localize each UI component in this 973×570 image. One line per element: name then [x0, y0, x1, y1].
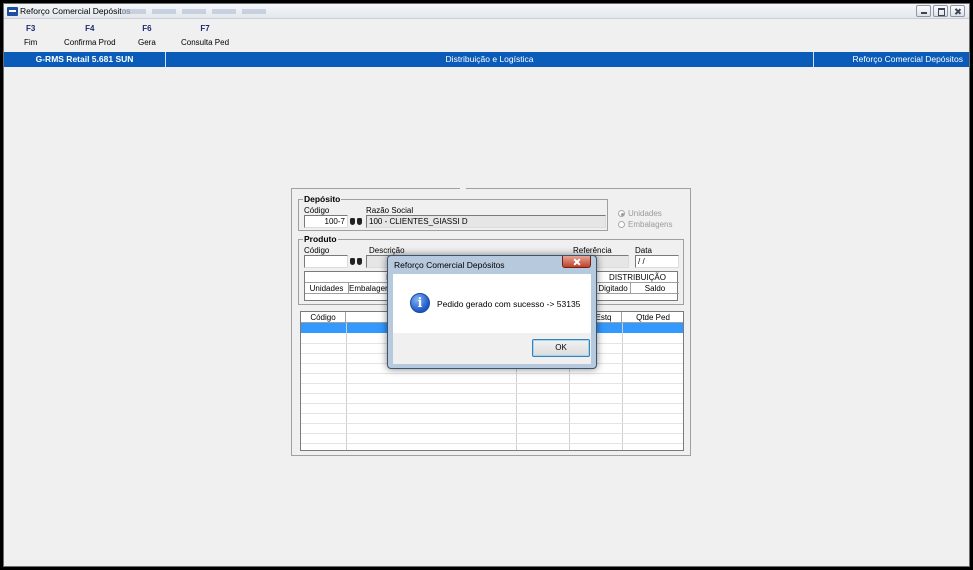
toolbar-fim[interactable]: F3 Fim — [24, 24, 37, 47]
title-bar: Reforço Comercial Depósitos — [4, 4, 969, 19]
status-bar: G-RMS Retail 5.681 SUN Distribuição e Lo… — [4, 52, 969, 67]
status-module: Distribuição e Logística — [166, 52, 814, 67]
blurred-title-extra — [122, 9, 272, 14]
toolbar-confirma-prod[interactable]: F4 Confirma Prod — [64, 24, 116, 47]
deposito-title: Depósito — [303, 194, 342, 204]
info-icon: i — [410, 293, 430, 313]
toolbar-label: Confirma Prod — [64, 38, 116, 47]
col-unidades: Unidades — [305, 283, 349, 294]
toolbar-key: F6 — [142, 24, 152, 33]
maximize-button[interactable] — [933, 5, 948, 17]
main-window: Reforço Comercial Depósitos F3 Fim F4 Co… — [3, 3, 970, 567]
binoculars-icon[interactable] — [350, 256, 362, 267]
referencia-label: Referência — [573, 246, 612, 255]
toolbar-label: Fim — [24, 38, 38, 47]
grid-row-line — [301, 403, 683, 404]
dialog-message: Pedido gerado com sucesso -> 53135 — [437, 299, 581, 309]
produto-codigo-field[interactable] — [304, 255, 348, 268]
grid-row-line — [301, 393, 683, 394]
window-controls — [916, 5, 965, 17]
radio-unidades-icon — [618, 210, 625, 217]
deposito-codigo-label: Código — [304, 206, 330, 215]
descricao-label: Descrição — [369, 246, 405, 255]
close-button[interactable] — [950, 5, 965, 17]
grid-row-line — [301, 443, 683, 444]
toolbar-label: Gera — [138, 38, 156, 47]
produto-codigo-label: Código — [304, 246, 330, 255]
toolbar-key: F4 — [85, 24, 95, 33]
razao-social-label: Razão Social — [366, 206, 414, 215]
data-field[interactable]: / / — [635, 255, 679, 268]
status-screen: Reforço Comercial Depósitos — [852, 54, 963, 64]
window-title: Reforço Comercial Depósitos — [20, 6, 131, 16]
dialog-title: Reforço Comercial Depósitos — [394, 260, 505, 270]
radio-embalagens[interactable]: Embalagens — [618, 220, 672, 229]
data-label: Data — [635, 246, 652, 255]
status-product: G-RMS Retail 5.681 SUN — [4, 52, 166, 67]
binoculars-icon[interactable] — [350, 216, 362, 227]
dialog-close-button[interactable] — [562, 256, 591, 268]
radio-unidades[interactable]: Unidades — [618, 209, 662, 218]
grid-row-line — [301, 433, 683, 434]
function-key-toolbar: F3 Fim F4 Confirma Prod F6 Gera F7 Consu… — [4, 21, 969, 51]
radio-unidades-label: Unidades — [628, 209, 662, 218]
toolbar-consulta-ped[interactable]: F7 Consulta Ped — [181, 24, 229, 47]
deposito-codigo-field[interactable]: 100-7 — [304, 215, 348, 228]
grid-col-codigo: Código — [301, 312, 346, 323]
razao-social-field: 100 - CLIENTES_GIASSI D — [366, 215, 606, 228]
app-icon — [7, 7, 18, 16]
form-title-faded — [460, 185, 466, 192]
toolbar-label: Consulta Ped — [181, 38, 230, 47]
dialog-footer: OK — [393, 333, 591, 364]
grid-row-line — [301, 373, 683, 374]
grid-row-line — [301, 423, 683, 424]
ok-button[interactable]: OK — [532, 339, 590, 357]
deposito-group: Depósito Código 100-7 Razão Social 100 -… — [298, 194, 608, 231]
col-embalagens: Embalagen — [349, 283, 389, 294]
grid-row-line — [301, 383, 683, 384]
toolbar-gera[interactable]: F6 Gera — [138, 24, 156, 47]
toolbar-key: F3 — [25, 24, 36, 33]
minimize-button[interactable] — [916, 5, 931, 17]
radio-embalagens-icon — [618, 221, 625, 228]
distribuicao-header: DISTRIBUIÇÃO — [595, 272, 679, 283]
col-digitado: Digitado — [595, 283, 631, 294]
toolbar-key: F7 — [200, 24, 210, 33]
radio-embalagens-label: Embalagens — [628, 220, 673, 229]
grid-col-qtde-ped: Qtde Ped — [636, 313, 670, 322]
col-saldo: Saldo — [631, 283, 679, 294]
info-dialog: Reforço Comercial Depósitos i Pedido ger… — [387, 255, 597, 369]
dialog-body: i Pedido gerado com sucesso -> 53135 — [393, 274, 591, 333]
produto-title: Produto — [303, 234, 338, 244]
grid-row-line — [301, 413, 683, 414]
